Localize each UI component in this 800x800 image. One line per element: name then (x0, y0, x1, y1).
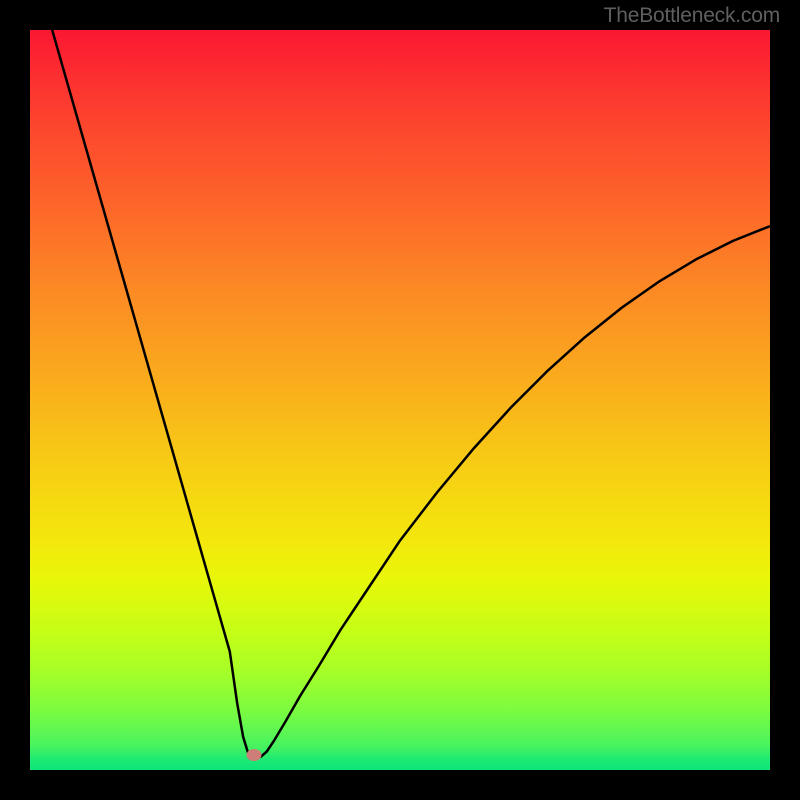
watermark-text: TheBottleneck.com (604, 4, 780, 28)
bottleneck-curve (30, 30, 770, 770)
curve-path (52, 30, 770, 759)
marker-dot (247, 749, 262, 761)
plot-area (30, 30, 770, 770)
